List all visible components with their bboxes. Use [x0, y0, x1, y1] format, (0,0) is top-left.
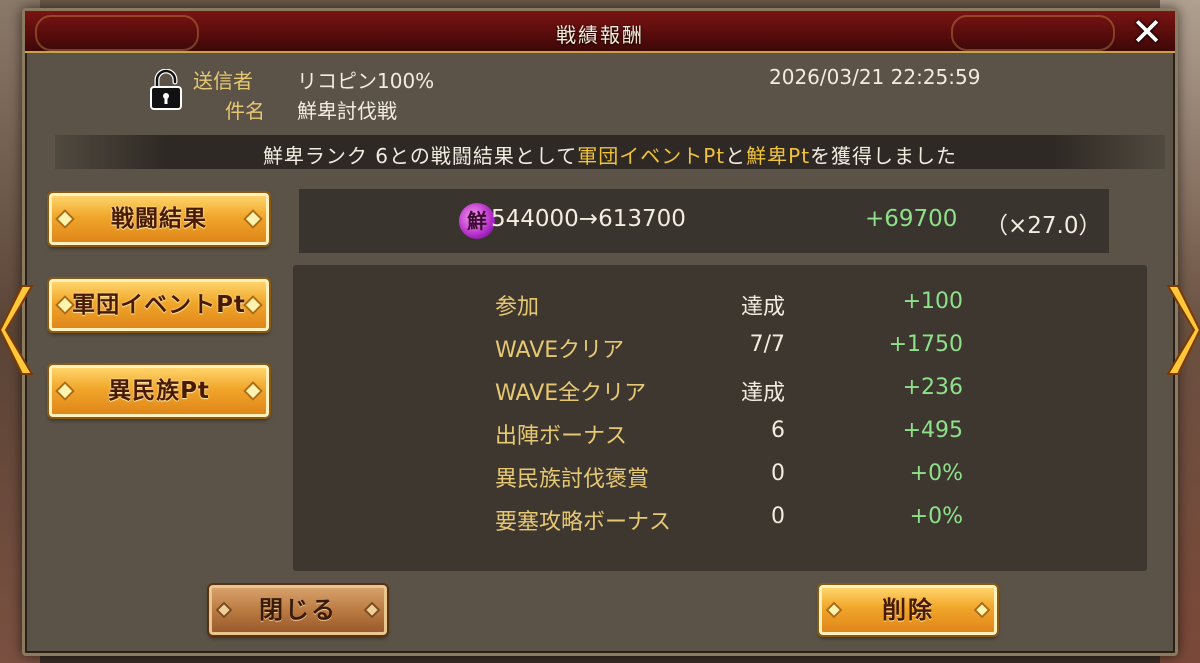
- close-button[interactable]: 閉じる: [209, 585, 387, 635]
- detail-value: 7/7: [749, 332, 785, 357]
- ornament-right: [243, 381, 263, 401]
- detail-name: 異民族討伐褒賞: [495, 467, 650, 492]
- detail-row: WAVE全クリア 達成 +236: [293, 375, 1147, 409]
- notice-highlight-event-pt: 軍団イベントPt: [577, 144, 726, 168]
- tab-barbarian-pt[interactable]: 異民族Pt: [49, 365, 269, 417]
- detail-value: 0: [771, 461, 785, 486]
- tab-label: 異民族Pt: [108, 378, 210, 404]
- lock-icon: [150, 69, 182, 110]
- subject-value: 鮮卑討伐戦: [297, 99, 397, 123]
- detail-points: +100: [902, 289, 963, 314]
- ornament-left: [55, 209, 75, 229]
- detail-panel: 参加 達成 +100 WAVEクリア 7/7 +1750 WAVE全クリア 達成…: [293, 265, 1147, 571]
- ornament-right: [363, 601, 381, 619]
- ornament-right: [973, 601, 991, 619]
- detail-name: WAVEクリア: [495, 338, 625, 363]
- xianbei-pt-icon: 鮮: [459, 203, 495, 239]
- ornament-right: [243, 295, 263, 315]
- detail-points: +495: [902, 418, 963, 443]
- detail-value: 達成: [740, 381, 785, 406]
- ornament-left: [215, 601, 233, 619]
- score-multiplier: （×27.0）: [985, 213, 1102, 239]
- tab-battle-result[interactable]: 戦闘結果: [49, 193, 269, 245]
- detail-value: 6: [771, 418, 785, 443]
- reward-mail-dialog: 戦績報酬 ✕ 送信者 リコピン100% 件名 鮮卑討伐戦 2026/03/21 …: [22, 8, 1178, 656]
- ornament-left: [55, 381, 75, 401]
- delete-button-label: 削除: [882, 596, 934, 624]
- detail-row: WAVEクリア 7/7 +1750: [293, 332, 1147, 366]
- detail-name: 要塞攻略ボーナス: [495, 510, 672, 535]
- subject-label: 件名: [225, 99, 265, 123]
- chevron-right-icon[interactable]: [1164, 282, 1200, 378]
- tab-label: 軍団イベントPt: [72, 292, 246, 318]
- close-icon[interactable]: ✕: [1127, 13, 1167, 51]
- detail-name: WAVE全クリア: [495, 381, 647, 406]
- tab-legion-event-pt[interactable]: 軍団イベントPt: [49, 279, 269, 331]
- detail-row: 出陣ボーナス 6 +495: [293, 418, 1147, 452]
- detail-name: 参加: [495, 295, 540, 320]
- sender-label: 送信者: [193, 69, 253, 93]
- detail-points: +0%: [909, 504, 963, 529]
- dialog-title: 戦績報酬: [556, 23, 644, 47]
- detail-row: 異民族討伐褒賞 0 +0%: [293, 461, 1147, 495]
- tab-label: 戦闘結果: [111, 206, 207, 232]
- detail-points: +0%: [909, 461, 963, 486]
- delete-button[interactable]: 削除: [819, 585, 997, 635]
- detail-row: 要塞攻略ボーナス 0 +0%: [293, 504, 1147, 538]
- detail-value: 達成: [740, 295, 785, 320]
- notice-bar: 鮮卑ランク 6との戦闘結果として軍団イベントPtと鮮卑Ptを獲得しました: [55, 135, 1165, 169]
- chevron-left-icon[interactable]: [0, 282, 36, 378]
- title-bar: 戦績報酬 ✕: [25, 11, 1175, 53]
- notice-part-3: を獲得しました: [810, 144, 958, 168]
- detail-name: 出陣ボーナス: [495, 424, 628, 449]
- detail-value: 0: [771, 504, 785, 529]
- mail-timestamp: 2026/03/21 22:25:59: [769, 65, 981, 89]
- detail-row: 参加 達成 +100: [293, 289, 1147, 323]
- notice-highlight-xianbei-pt: 鮮卑Pt: [746, 144, 811, 168]
- close-button-label: 閉じる: [259, 596, 337, 624]
- sender-value: リコピン100%: [297, 69, 435, 93]
- notice-part-1: 鮮卑ランク 6との戦闘結果として: [262, 144, 578, 168]
- score-panel: 鮮 544000→613700 +69700 （×27.0）: [299, 189, 1109, 253]
- detail-points: +1750: [888, 332, 963, 357]
- detail-points: +236: [902, 375, 963, 400]
- ornament-right: [243, 209, 263, 229]
- notice-part-2: と: [725, 144, 747, 168]
- ornament-left: [825, 601, 843, 619]
- score-change: 544000→613700: [491, 206, 686, 232]
- score-gain: +69700: [865, 206, 958, 232]
- notice-text: 鮮卑ランク 6との戦闘結果として軍団イベントPtと鮮卑Ptを獲得しました: [55, 140, 1165, 169]
